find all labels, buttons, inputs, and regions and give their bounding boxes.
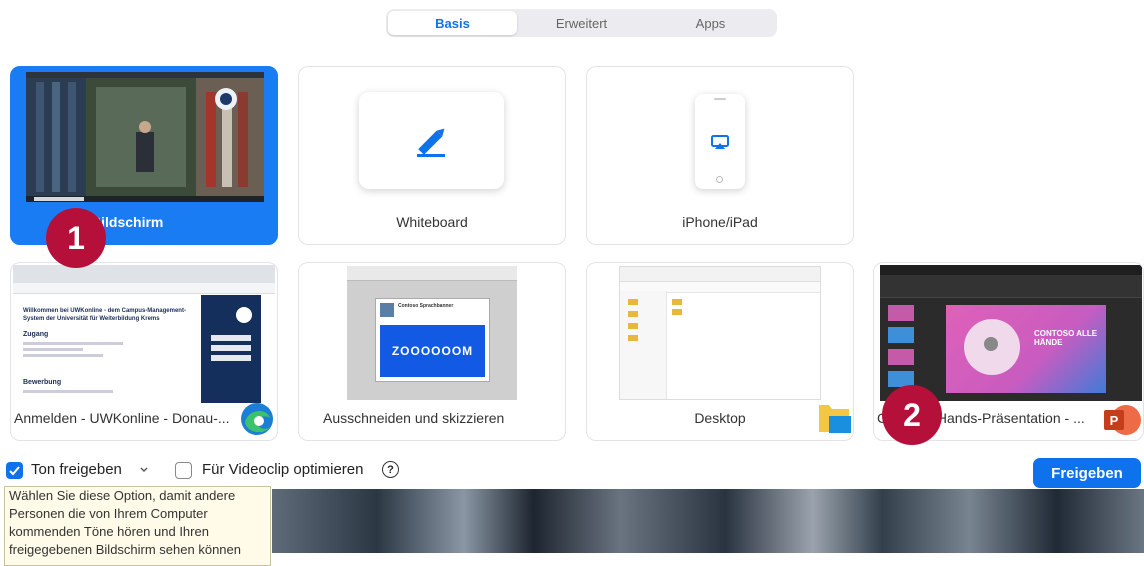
audio-tooltip: Wählen Sie diese Option, damit andere Pe… xyxy=(4,486,271,566)
share-audio-label[interactable]: Ton freigeben xyxy=(31,461,122,478)
browser-preview: Willkommen bei UWKonline - dem Campus-Ma… xyxy=(13,265,275,403)
browser-preview-section-bewerbung: Bewerbung xyxy=(23,379,62,386)
share-option-snipping-tool[interactable]: Contoso Sprachbanner ZOOOOOOM Ausschneid… xyxy=(298,262,566,441)
share-option-whiteboard[interactable]: Whiteboard xyxy=(298,66,566,245)
callout-badge-2: 2 xyxy=(882,385,942,445)
powerpoint-preview-title: CONTOSO ALLE HÄNDE xyxy=(1034,329,1098,347)
snipping-preview-title: Contoso Sprachbanner xyxy=(398,303,454,309)
pencil-icon xyxy=(417,128,445,157)
share-option-whiteboard-label: Whiteboard xyxy=(396,214,468,230)
share-option-screen-label: Bildschirm xyxy=(91,214,164,230)
chevron-down-icon[interactable] xyxy=(139,465,149,475)
snipping-preview-banner: ZOOOOOOM xyxy=(380,325,485,377)
background-video-strip xyxy=(272,489,1144,553)
tab-apps[interactable]: Apps xyxy=(646,11,775,35)
powerpoint-preview-slide: CONTOSO ALLE HÄNDE xyxy=(946,305,1106,393)
check-icon xyxy=(9,466,20,476)
edge-icon xyxy=(241,403,273,435)
snipping-preview-logo: ZOOOOOOM xyxy=(391,344,474,358)
share-option-snipping-label: Ausschneiden und skizzieren xyxy=(323,410,505,426)
svg-text:P: P xyxy=(1110,413,1119,428)
share-button[interactable]: Freigeben xyxy=(1033,458,1141,488)
powerpoint-icon: P xyxy=(1104,405,1141,435)
share-tabs: Basis Erweitert Apps xyxy=(386,9,777,37)
powerpoint-preview: CONTOSO ALLE HÄNDE xyxy=(880,265,1142,401)
share-option-iphone[interactable]: iPhone/iPad xyxy=(586,66,854,245)
phone-icon xyxy=(695,94,745,189)
tab-erweitert[interactable]: Erweitert xyxy=(517,11,646,35)
share-option-screen[interactable]: Bildschirm xyxy=(10,66,278,245)
desktop-preview xyxy=(619,266,821,400)
airplay-icon xyxy=(711,135,729,149)
share-option-browser-window[interactable]: Willkommen bei UWKonline - dem Campus-Ma… xyxy=(10,262,278,441)
share-option-desktop-label: Desktop xyxy=(694,410,746,426)
optimize-video-checkbox[interactable] xyxy=(175,462,192,479)
tab-basis[interactable]: Basis xyxy=(388,11,517,35)
share-option-iphone-label: iPhone/iPad xyxy=(682,214,758,230)
share-audio-checkbox[interactable] xyxy=(6,462,23,479)
help-icon-glyph: ? xyxy=(387,463,394,476)
snipping-preview: Contoso Sprachbanner ZOOOOOOM xyxy=(347,266,517,400)
help-icon[interactable]: ? xyxy=(382,461,399,478)
share-option-browser-label: Anmelden - UWKonline - Donau-... xyxy=(14,410,230,426)
whiteboard-tile xyxy=(359,92,504,189)
share-option-desktop[interactable]: Desktop xyxy=(586,262,854,441)
callout-badge-1: 1 xyxy=(46,208,106,268)
folder-icon xyxy=(819,405,851,433)
browser-preview-heading: Willkommen bei UWKonline - dem Campus-Ma… xyxy=(23,308,186,322)
browser-preview-section-zugang: Zugang xyxy=(23,331,49,338)
optimize-video-label[interactable]: Für Videoclip optimieren xyxy=(202,461,363,478)
screen-preview xyxy=(26,72,264,202)
